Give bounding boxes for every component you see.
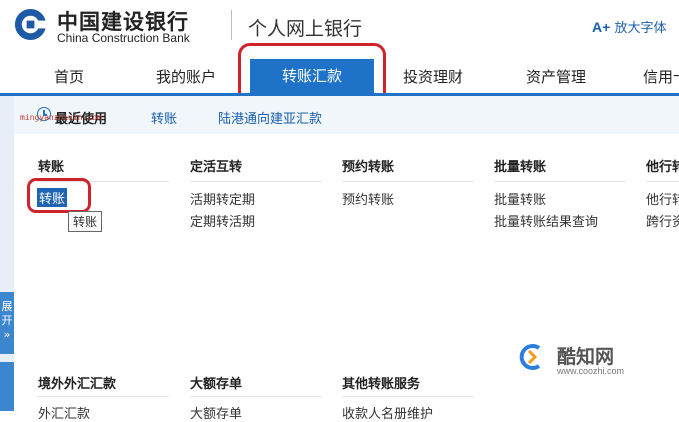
col-head-large-deposit: 大额存单 [190,377,243,392]
font-size-icon: A+ [592,19,611,35]
col-head-foreign-remit: 境外外汇汇款 [38,377,117,392]
sub-menu-bar [14,96,679,134]
link-payee-list[interactable]: 收款人名册维护 [342,403,433,422]
ccb-logo-icon [14,8,48,41]
nav-asset-management[interactable]: 资产管理 [526,66,586,87]
bank-name-en: China Construction Bank [57,31,190,45]
tooltip: 转账 [68,211,103,232]
divider [494,181,626,182]
watermark-logo-icon [519,344,541,370]
enlarge-font-label: 放大字体 [614,21,667,36]
link-batch-transfer[interactable]: 批量转账 [494,189,546,208]
link-cross-bank[interactable]: 跨行资 [646,211,679,230]
link-foreign-remit[interactable]: 外汇汇款 [38,403,90,422]
double-chevron-icon: » [3,328,11,341]
expand-label: 展开 [1,300,13,327]
divider [37,396,169,397]
user-watermark: mingyanzhixin.com [20,113,102,122]
transfer-annotation [27,178,91,213]
sub-link-transfer[interactable]: 转账 [151,108,177,127]
col-head-other-services: 其他转账服务 [342,377,421,392]
link-other-bank[interactable]: 他行转 [646,189,679,208]
col-head-transfer: 转账 [38,160,65,175]
page-title: 个人网上银行 [248,18,363,40]
divider [190,396,322,397]
nav-my-account[interactable]: 我的账户 [156,66,216,87]
col-head-other-bank: 他行转账 [646,160,679,175]
link-large-deposit[interactable]: 大额存单 [190,403,242,422]
link-fixed-to-current[interactable]: 定期转活期 [190,211,255,230]
link-current-to-fixed[interactable]: 活期转定期 [190,189,255,208]
nav-home[interactable]: 首页 [54,66,84,87]
enlarge-font-button[interactable]: A+ 放大字体 [592,17,666,36]
nav-credit-card[interactable]: 信用卡 [643,66,679,87]
col-head-batch: 批量转账 [494,160,547,175]
divider [646,181,679,182]
watermark-url: www.coozhi.com [557,366,625,376]
watermark-name: 酷知网 [557,346,615,368]
divider [190,181,322,182]
header-divider [231,10,232,40]
sub-link-hk-remit[interactable]: 陆港通向建亚汇款 [218,108,322,127]
expand-button[interactable]: 展开 » [0,292,14,354]
col-head-fixed-current: 定活互转 [190,160,243,175]
nav-investment[interactable]: 投资理财 [403,66,463,87]
side-strip-bar [0,362,14,411]
link-scheduled-transfer[interactable]: 预约转账 [342,189,394,208]
link-batch-result-query[interactable]: 批量转账结果查询 [494,211,598,230]
divider [342,181,474,182]
col-head-scheduled: 预约转账 [342,160,395,175]
divider [342,396,474,397]
